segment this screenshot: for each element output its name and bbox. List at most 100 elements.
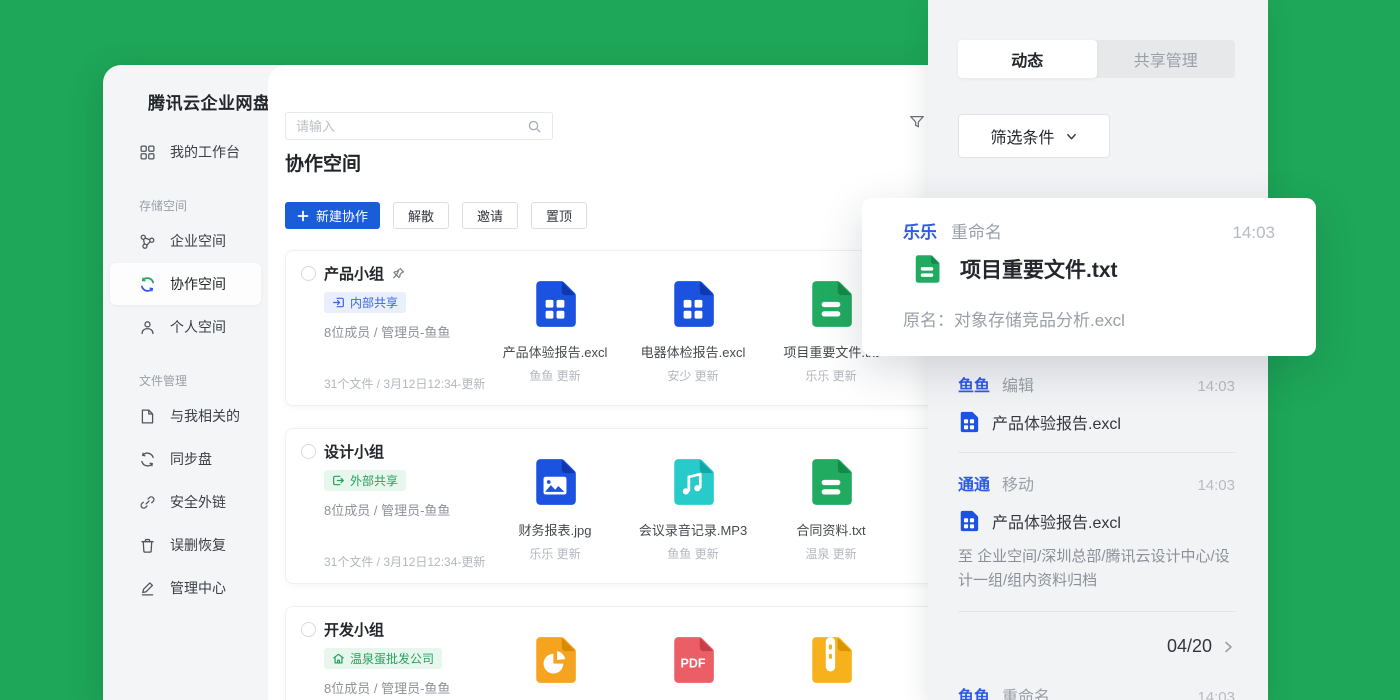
content-area: 协作空间 新建协作 解散 邀请 置顶 产品小组: [268, 65, 933, 700]
activity-item[interactable]: 通通 移动 14:03 产品体验报告.excl 至 企业空间/深圳总部/腾讯云设…: [958, 471, 1235, 612]
badge-label: 温泉蛋批发公司: [350, 650, 434, 667]
sidebar-item-label: 安全外链: [170, 492, 226, 512]
rename-notification-card[interactable]: 乐乐 重命名 14:03 项目重要文件.txt 原名：对象存储竞品分析.excl: [862, 198, 1316, 356]
file-item[interactable]: 合同资料.txt 温泉 更新: [762, 457, 900, 562]
filter-label: 筛选条件: [990, 124, 1054, 148]
dissolve-button[interactable]: 解散: [393, 202, 449, 229]
logo-text: 腾讯云企业网盘: [148, 89, 268, 114]
file-updater: 安少 更新: [624, 367, 762, 384]
divider: [958, 452, 1235, 453]
sidebar-item-collab-space[interactable]: 协作空间: [110, 263, 261, 305]
filter-conditions-button[interactable]: 筛选条件: [958, 114, 1110, 158]
page-indicator: 04/20: [1167, 636, 1212, 657]
spreadsheet-file-icon: [958, 411, 980, 433]
app-logo: 腾讯云企业网盘: [139, 86, 268, 116]
zip-file-icon: [806, 635, 856, 685]
group-card-design[interactable]: 设计小组 外部共享 8位成员 / 管理员-鱼鱼 31个文件 / 3月12日12:…: [285, 428, 933, 584]
sidebar-item-label: 误删恢复: [170, 535, 226, 555]
activity-detail: 至 企业空间/深圳总部/腾讯云设计中心/设计一组/组内资料归档: [958, 545, 1235, 593]
grid-icon: [139, 144, 156, 161]
toolbar: 新建协作 解散 邀请 置顶: [285, 202, 587, 229]
text-file-icon: [806, 279, 856, 329]
internal-share-icon: [332, 296, 345, 309]
tab-share-management[interactable]: 共享管理: [1097, 40, 1236, 78]
toast-file-name: 项目重要文件.txt: [960, 254, 1118, 284]
sidebar-section-files: 文件管理: [139, 372, 268, 389]
search-input[interactable]: [296, 119, 527, 134]
badge-label: 外部共享: [350, 472, 398, 489]
sidebar-item-admin-center[interactable]: 管理中心: [110, 567, 261, 609]
activity-list: 鱼鱼 编辑 14:03 产品体验报告.excl 通通 移动: [958, 372, 1235, 700]
file-name: 合同资料.txt: [762, 520, 900, 539]
file-item[interactable]: 会议录音记录.MP3 鱼鱼 更新: [624, 457, 762, 562]
spreadsheet-file-icon: [530, 279, 580, 329]
panel-tabs: 动态 共享管理: [958, 40, 1235, 78]
sync-icon: [139, 451, 156, 468]
main-window: 腾讯云企业网盘 我的工作台 存储空间 企业空间: [103, 65, 933, 700]
toast-time: 14:03: [1232, 223, 1275, 243]
activity-file-name: 产品体验报告.excl: [992, 410, 1121, 434]
invite-button[interactable]: 邀请: [462, 202, 518, 229]
person-icon: [139, 319, 156, 336]
external-share-icon: [332, 474, 345, 487]
group-card-product[interactable]: 产品小组 内部共享 8位成员 / 管理员-鱼鱼 31个文件 / 3月12日1: [285, 250, 933, 406]
group-meta: 31个文件 / 3月12日12:34-更新: [324, 375, 485, 392]
file-updater: 乐乐 更新: [486, 545, 624, 562]
activity-item[interactable]: 鱼鱼 重命名 14:03: [958, 683, 1235, 700]
share-badge: 外部共享: [324, 470, 406, 491]
file-updater: 乐乐 更新: [762, 367, 900, 384]
pdf-file-icon: PDF: [668, 635, 718, 685]
new-collab-label: 新建协作: [316, 206, 368, 225]
group-members: 8位成员 / 管理员-鱼鱼: [324, 678, 450, 697]
sidebar-item-sync-drive[interactable]: 同步盘: [110, 438, 261, 480]
sidebar: 腾讯云企业网盘 我的工作台 存储空间 企业空间: [103, 65, 268, 700]
sidebar-item-secure-link[interactable]: 安全外链: [110, 481, 261, 523]
select-radio[interactable]: [301, 622, 316, 637]
group-card-dev[interactable]: 开发小组 温泉蛋批发公司 8位成员 / 管理员-鱼鱼: [285, 606, 933, 700]
pen-icon: [139, 580, 156, 597]
sidebar-item-label: 企业空间: [170, 231, 226, 251]
activity-item[interactable]: 鱼鱼 编辑 14:03 产品体验报告.excl: [958, 372, 1235, 453]
sidebar-section-storage: 存储空间: [139, 197, 268, 214]
page-background: 腾讯云企业网盘 我的工作台 存储空间 企业空间: [0, 0, 1400, 700]
share-badge: 内部共享: [324, 292, 406, 313]
audio-file-icon: [668, 457, 718, 507]
sidebar-item-trash-recovery[interactable]: 误删恢复: [110, 524, 261, 566]
sidebar-item-personal-space[interactable]: 个人空间: [110, 306, 261, 348]
sidebar-item-workbench[interactable]: 我的工作台: [110, 131, 261, 173]
file-item[interactable]: [486, 635, 624, 698]
file-name: 电器体检报告.excl: [624, 342, 762, 361]
company-badge: 温泉蛋批发公司: [324, 648, 442, 669]
file-item[interactable]: [762, 635, 900, 698]
file-name: 产品体验报告.excl: [486, 342, 624, 361]
pin-icon: [392, 267, 405, 280]
file-item[interactable]: 产品体验报告.excl 鱼鱼 更新: [486, 279, 624, 384]
file-item[interactable]: 财务报表.jpg 乐乐 更新: [486, 457, 624, 562]
sidebar-item-label: 与我相关的: [170, 406, 240, 426]
chevron-right-icon[interactable]: [1221, 640, 1235, 654]
activity-user: 通通: [958, 471, 990, 495]
tab-activity[interactable]: 动态: [958, 40, 1097, 78]
select-radio[interactable]: [301, 444, 316, 459]
sidebar-item-label: 管理中心: [170, 578, 226, 598]
link-icon: [139, 494, 156, 511]
slides-file-icon: [530, 635, 580, 685]
file-item[interactable]: 电器体检报告.excl 安少 更新: [624, 279, 762, 384]
file-updater: 鱼鱼 更新: [624, 545, 762, 562]
activity-action: 编辑: [1002, 372, 1034, 396]
group-name: 开发小组: [324, 619, 384, 640]
divider: [958, 611, 1235, 612]
sidebar-item-related-to-me[interactable]: 与我相关的: [110, 395, 261, 437]
new-collab-button[interactable]: 新建协作: [285, 202, 380, 229]
pdf-label: PDF: [681, 656, 706, 670]
pin-top-button[interactable]: 置顶: [531, 202, 587, 229]
search-box[interactable]: [285, 112, 553, 140]
group-members: 8位成员 / 管理员-鱼鱼: [324, 322, 450, 341]
filter-funnel-icon[interactable]: [908, 113, 926, 131]
search-icon: [527, 119, 542, 134]
sidebar-item-enterprise-space[interactable]: 企业空间: [110, 220, 261, 262]
activity-file-name: 产品体验报告.excl: [992, 509, 1121, 533]
group-meta: 31个文件 / 3月12日12:34-更新: [324, 553, 485, 570]
select-radio[interactable]: [301, 266, 316, 281]
file-item[interactable]: PDF: [624, 635, 762, 698]
